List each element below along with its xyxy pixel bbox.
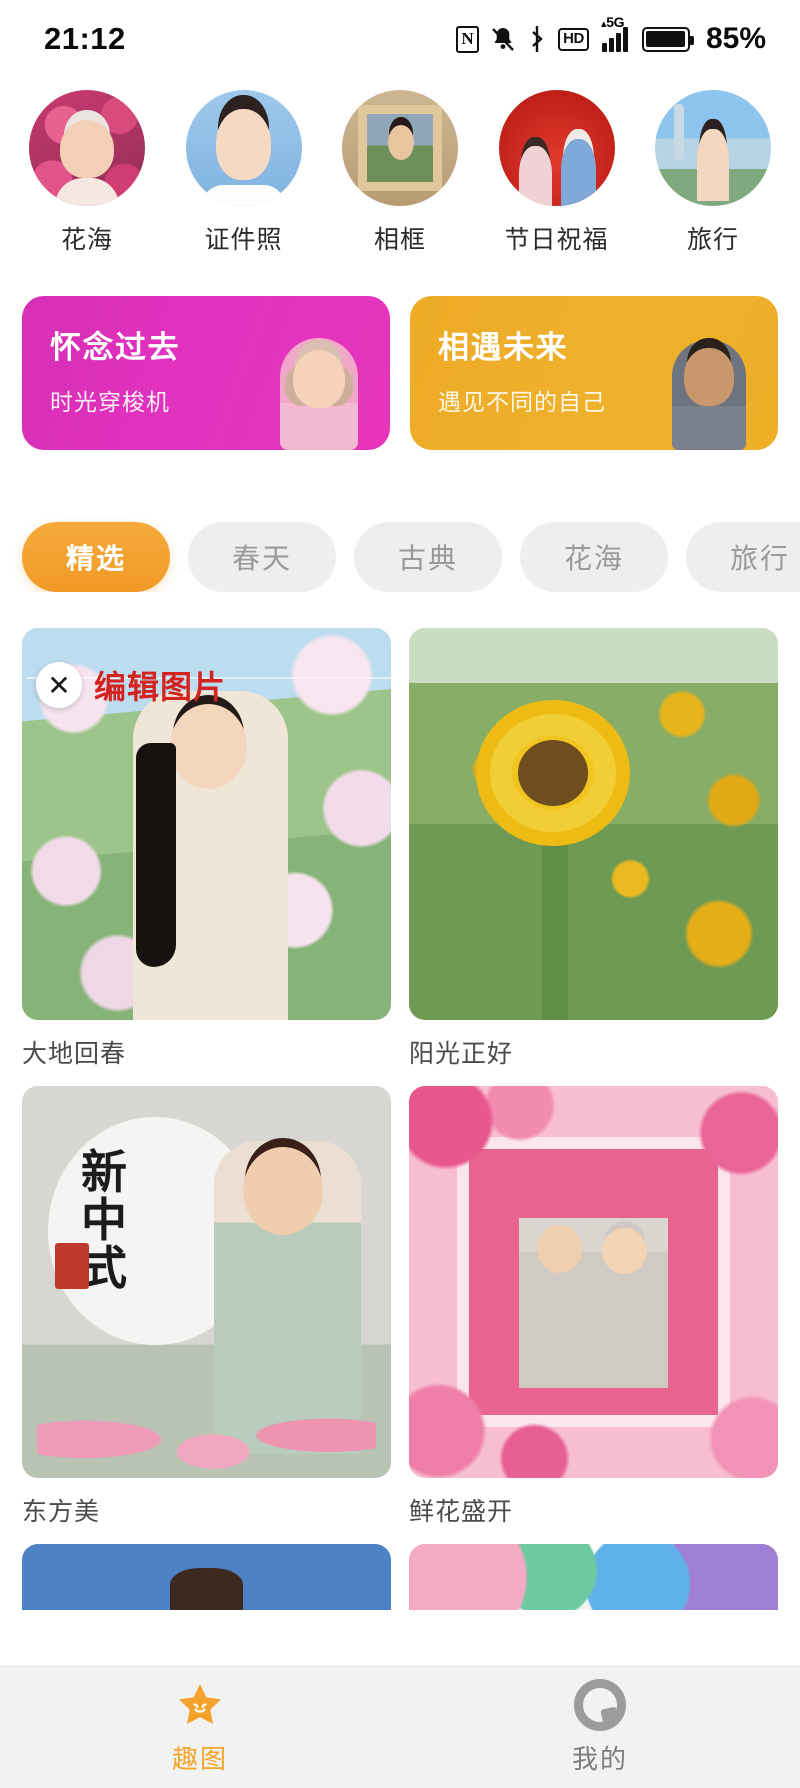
category-row: 花海 证件照 相框 节日祝福 旅行 — [0, 78, 800, 256]
category-item-id-photo[interactable]: 证件照 — [179, 90, 309, 256]
template-card-next-row-right[interactable] — [409, 1544, 778, 1610]
category-label: 相框 — [374, 220, 426, 256]
nav-label: 我的 — [572, 1739, 628, 1776]
category-label: 旅行 — [687, 220, 739, 256]
nav-item-funpic[interactable]: 趣图 — [0, 1679, 400, 1776]
template-thumbnail[interactable]: ✕ 编辑图片 — [22, 628, 391, 1020]
template-card-sunshine[interactable]: 阳光正好 — [409, 628, 778, 1070]
template-card-next-row-left[interactable] — [22, 1544, 391, 1610]
battery-percent: 85% — [706, 22, 766, 56]
nfc-icon: N — [456, 26, 479, 53]
bluetooth-icon — [527, 25, 547, 53]
category-label: 证件照 — [204, 220, 282, 256]
template-thumbnail[interactable] — [409, 628, 778, 1020]
category-item-flower-sea[interactable]: 花海 — [22, 90, 152, 256]
oriental-calligraphy: 新 中 式 — [81, 1149, 192, 1294]
banner-card-future[interactable]: 相遇未来 遇见不同的自己 — [410, 296, 778, 450]
oriental-artwork: 新 中 式 — [22, 1086, 391, 1478]
filter-chip-flower-sea[interactable]: 花海 — [520, 522, 668, 592]
template-caption: 阳光正好 — [409, 1034, 778, 1070]
blue-artwork — [22, 1544, 391, 1610]
filter-chip-spring[interactable]: 春天 — [188, 522, 336, 592]
star-icon — [174, 1679, 226, 1731]
filter-chip-classical[interactable]: 古典 — [354, 522, 502, 592]
template-grid: ✕ 编辑图片 大地回春 阳光正好 新 中 式 — [0, 592, 800, 1610]
bell-muted-icon — [490, 25, 516, 53]
template-card-flowers-bloom[interactable]: 鲜花盛开 — [409, 1086, 778, 1528]
profile-q-icon — [574, 1679, 626, 1731]
status-icon-group: N HD ▴5G 85% — [456, 22, 766, 56]
category-item-travel[interactable]: 旅行 — [648, 90, 778, 256]
edit-image-label[interactable]: 编辑图片 — [94, 662, 226, 708]
filter-chip-row[interactable]: 精选 春天 古典 花海 旅行 — [0, 450, 800, 592]
banner-portrait — [654, 328, 762, 450]
photo-frame-avatar — [342, 90, 458, 206]
template-thumbnail[interactable] — [22, 1544, 391, 1610]
app-root: 21:12 N HD ▴5G — [0, 0, 800, 1788]
template-caption: 东方美 — [22, 1492, 391, 1528]
signal-5g-icon: ▴5G — [600, 27, 628, 52]
category-label: 花海 — [61, 220, 113, 256]
category-item-photo-frame[interactable]: 相框 — [335, 90, 465, 256]
nav-item-profile[interactable]: 我的 — [400, 1679, 800, 1776]
battery-icon — [642, 27, 690, 52]
filter-chip-featured[interactable]: 精选 — [22, 522, 170, 592]
travel-avatar — [655, 90, 771, 206]
banner-portrait — [266, 328, 374, 450]
template-caption: 大地回春 — [22, 1034, 391, 1070]
close-icon[interactable]: ✕ — [36, 662, 82, 708]
network-label: ▴5G — [601, 14, 624, 30]
nav-label: 趣图 — [172, 1739, 228, 1776]
template-thumbnail[interactable]: 新 中 式 — [22, 1086, 391, 1478]
template-card-oriental-beauty[interactable]: 新 中 式 东方美 — [22, 1086, 391, 1528]
bottom-navigation-bar: 趣图 我的 — [0, 1666, 800, 1788]
status-bar: 21:12 N HD ▴5G — [0, 0, 800, 78]
sunflower-artwork — [409, 628, 778, 1020]
template-caption: 鲜花盛开 — [409, 1492, 778, 1528]
template-thumbnail[interactable] — [409, 1086, 778, 1478]
hd-icon: HD — [558, 28, 589, 51]
banner-card-past[interactable]: 怀念过去 时光穿梭机 — [22, 296, 390, 450]
candy-artwork — [409, 1544, 778, 1610]
holiday-greeting-avatar — [499, 90, 615, 206]
filter-chip-travel[interactable]: 旅行 — [686, 522, 800, 592]
template-card-spring-return[interactable]: ✕ 编辑图片 大地回春 — [22, 628, 391, 1070]
flower-sea-avatar — [29, 90, 145, 206]
id-photo-avatar — [186, 90, 302, 206]
flower-frame-artwork — [409, 1086, 778, 1478]
banner-row: 怀念过去 时光穿梭机 相遇未来 遇见不同的自己 — [0, 256, 800, 450]
category-label: 节日祝福 — [504, 220, 608, 256]
template-thumbnail[interactable] — [409, 1544, 778, 1610]
seal-stamp-icon — [55, 1243, 89, 1289]
category-item-holiday-greeting[interactable]: 节日祝福 — [492, 90, 622, 256]
status-time: 21:12 — [44, 21, 126, 57]
